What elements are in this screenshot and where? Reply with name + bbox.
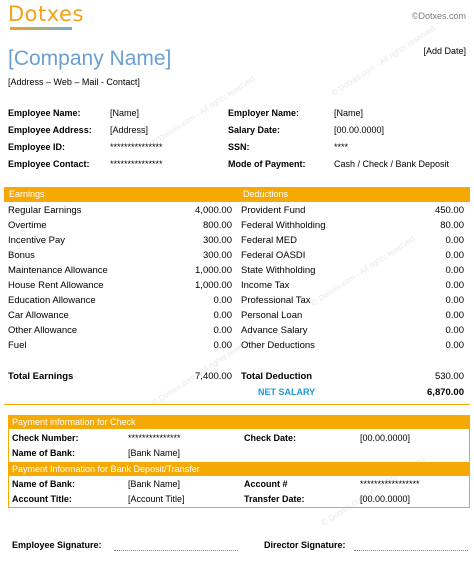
- net-salary-label: NET SALARY: [258, 387, 316, 397]
- earnings-header: Earnings: [9, 189, 45, 199]
- deposit-bank-value[interactable]: [Bank Name]: [128, 479, 180, 489]
- bank-section-title: Payment Information for Bank Deposit/Tra…: [12, 464, 200, 474]
- earning-label: Bonus: [8, 250, 35, 261]
- earning-label: Education Allowance: [8, 295, 96, 306]
- deduction-amount[interactable]: 0.00: [374, 295, 465, 306]
- transfer-date-value[interactable]: [00.00.0000]: [360, 494, 410, 504]
- earning-amount[interactable]: 0.00: [140, 295, 233, 306]
- account-number-label: Account #: [244, 479, 288, 489]
- deduction-amount[interactable]: 450.00: [374, 205, 464, 216]
- salary-date-label: Salary Date:: [228, 125, 281, 135]
- account-number-value[interactable]: *****************: [360, 479, 420, 489]
- payment-mode-label: Mode of Payment:: [228, 159, 306, 169]
- earning-label: Regular Earnings: [8, 205, 82, 216]
- check-date-label: Check Date:: [244, 433, 297, 443]
- ssn-label: SSN:: [228, 142, 250, 152]
- earning-amount[interactable]: 4,000.00: [140, 205, 232, 216]
- deduction-label: Professional Tax: [241, 295, 311, 306]
- salary-date-value[interactable]: [00.00.0000]: [334, 125, 384, 135]
- copyright-text: ©Dotxes.com: [411, 11, 466, 21]
- check-number-value[interactable]: ***************: [128, 433, 181, 443]
- earning-label: Maintenance Allowance: [8, 265, 108, 276]
- total-deduction-label: Total Deduction: [241, 371, 313, 382]
- watermark: © Dotxes.com - All rights reserved.: [330, 22, 439, 98]
- earning-label: Overtime: [8, 220, 47, 231]
- earning-amount[interactable]: 0.00: [140, 325, 233, 336]
- employer-name-value[interactable]: [Name]: [334, 108, 363, 118]
- account-title-label: Account Title:: [12, 494, 72, 504]
- deduction-label: State Withholding: [241, 265, 316, 276]
- director-signature-line[interactable]: [354, 550, 468, 551]
- employee-id-value[interactable]: ***************: [110, 142, 163, 152]
- total-earnings-value: 7,400.00: [195, 371, 232, 382]
- employee-address-label: Employee Address:: [8, 125, 92, 135]
- earning-label: Car Allowance: [8, 310, 69, 321]
- logo: Dotxes: [8, 2, 84, 26]
- employee-address-value[interactable]: [Address]: [110, 125, 148, 135]
- employee-signature-label: Employee Signature:: [12, 540, 102, 550]
- deduction-amount[interactable]: 0.00: [374, 340, 465, 351]
- employee-contact-value[interactable]: ***************: [110, 159, 163, 169]
- company-address[interactable]: [Address – Web – Mail - Contact]: [8, 77, 140, 87]
- payment-box-left-border: [8, 415, 9, 508]
- check-number-label: Check Number:: [12, 433, 79, 443]
- employee-signature-line[interactable]: [114, 550, 238, 551]
- earning-amount[interactable]: 0.00: [140, 310, 233, 321]
- deduction-amount[interactable]: 80.00: [374, 220, 464, 231]
- deduction-label: Advance Salary: [241, 325, 308, 336]
- total-earnings-label: Total Earnings: [8, 371, 74, 382]
- deductions-header: Deductions: [243, 189, 289, 199]
- payment-mode-value[interactable]: Cash / Check / Bank Deposit: [334, 159, 449, 169]
- table-bottom-rule: [4, 404, 470, 405]
- deduction-label: Income Tax: [241, 280, 290, 291]
- check-section-title: Payment information for Check: [12, 417, 136, 427]
- deduction-amount[interactable]: 0.00: [374, 250, 465, 261]
- employee-name-value[interactable]: [Name]: [110, 108, 139, 118]
- earning-amount[interactable]: 800.00: [140, 220, 232, 231]
- payment-box-bottom-border: [8, 507, 470, 508]
- check-date-value[interactable]: [00.00.0000]: [360, 433, 410, 443]
- earning-label: House Rent Allowance: [8, 280, 104, 291]
- net-salary-value: 6,870.00: [427, 387, 464, 398]
- deduction-label: Personal Loan: [241, 310, 303, 321]
- company-name[interactable]: [Company Name]: [8, 47, 171, 71]
- deduction-label: Federal Withholding: [241, 220, 326, 231]
- logo-underline: [10, 27, 72, 30]
- earning-label: Other Allowance: [8, 325, 78, 336]
- earning-amount[interactable]: 0.00: [140, 340, 233, 351]
- deposit-bank-label: Name of Bank:: [12, 479, 76, 489]
- total-deduction-value: 530.00: [434, 371, 464, 382]
- employee-contact-label: Employee Contact:: [8, 159, 90, 169]
- deduction-amount[interactable]: 0.00: [374, 310, 465, 321]
- employee-name-label: Employee Name:: [8, 108, 81, 118]
- employee-id-label: Employee ID:: [8, 142, 66, 152]
- earning-amount[interactable]: 300.00: [140, 235, 232, 246]
- earnings-deductions-header: [4, 187, 470, 202]
- transfer-date-label: Transfer Date:: [244, 494, 305, 504]
- deduction-label: Federal OASDI: [241, 250, 306, 261]
- deduction-amount[interactable]: 0.00: [374, 280, 465, 291]
- earning-label: Incentive Pay: [8, 235, 66, 246]
- deduction-label: Other Deductions: [241, 340, 315, 351]
- employer-name-label: Employer Name:: [228, 108, 300, 118]
- deduction-amount[interactable]: 0.00: [374, 235, 465, 246]
- deduction-amount[interactable]: 0.00: [374, 325, 465, 336]
- account-title-value[interactable]: [Account Title]: [128, 494, 185, 504]
- deduction-label: Federal MED: [241, 235, 297, 246]
- director-signature-label: Director Signature:: [264, 540, 346, 550]
- earning-label: Fuel: [8, 340, 27, 351]
- payment-box-right-border: [469, 415, 470, 508]
- check-bank-label: Name of Bank:: [12, 448, 76, 458]
- deduction-label: Provident Fund: [241, 205, 306, 216]
- check-bank-value[interactable]: [Bank Name]: [128, 448, 180, 458]
- deduction-amount[interactable]: 0.00: [374, 265, 465, 276]
- earning-amount[interactable]: 300.00: [140, 250, 232, 261]
- earning-amount[interactable]: 1,000.00: [140, 265, 232, 276]
- ssn-value[interactable]: ****: [334, 142, 348, 152]
- add-date[interactable]: [Add Date]: [423, 46, 466, 56]
- earning-amount[interactable]: 1,000.00: [140, 280, 232, 291]
